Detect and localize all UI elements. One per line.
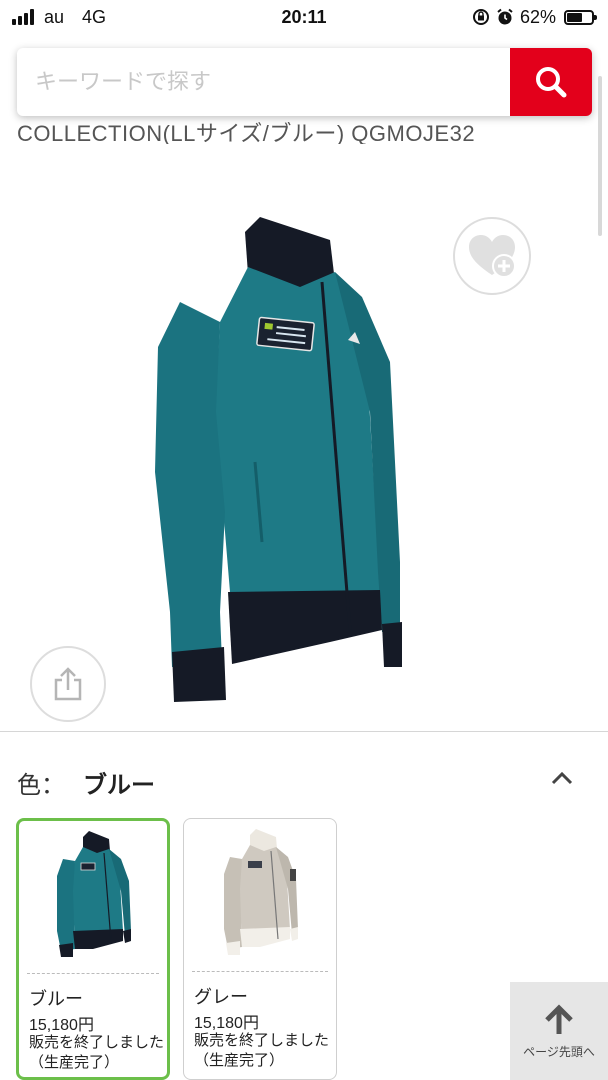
share-icon [54,667,82,701]
share-button[interactable] [30,646,106,722]
arrow-up-icon [545,1003,573,1034]
battery-percent: 62% [519,6,556,27]
alarm-icon [497,8,513,25]
rotation-lock-icon [472,9,489,25]
search-header [0,34,608,130]
chevron-up-icon[interactable] [550,770,574,786]
signal-icon [12,9,34,25]
color-label: 色： [17,771,65,799]
variant-card-blue[interactable]: ブルー 15,180円 販売を終了しました（生産完了） [16,818,170,1080]
variant-name: グレー [194,987,248,1007]
battery-icon [564,9,597,25]
favorite-add-button[interactable] [453,217,531,295]
battery-level [567,12,582,22]
carrier-label: au [44,6,65,27]
variant-name: ブルー [29,989,83,1009]
color-selector[interactable]: 色： ブルー [17,762,592,802]
selected-color: ブルー [83,771,155,799]
network-label: 4G [82,6,107,27]
variant-card-gray[interactable]: グレー 15,180円 販売を終了しました（生産完了） [183,818,337,1080]
variant-separator [27,973,159,974]
variant-price: 15,180円 [29,1017,94,1034]
variant-image [184,829,336,969]
search-button[interactable] [510,48,592,116]
status-right: 62% [472,6,597,28]
variant-price: 15,180円 [194,1015,259,1032]
search-input[interactable] [17,48,510,116]
back-to-top-button[interactable]: ページ先頭へ [510,982,608,1080]
search-icon [536,67,567,98]
scrollbar[interactable] [598,76,602,236]
product-image-area [0,140,608,730]
search-bar [17,48,592,116]
status-left: au 4G [12,7,106,28]
back-to-top-label: ページ先頭へ [523,1044,595,1059]
variant-status: 販売を終了しました（生産完了） [194,1032,330,1069]
heart-plus-icon [469,235,516,278]
divider [0,731,608,732]
variant-image [19,831,167,971]
status-bar: au 4G 20:11 62% [0,0,608,34]
variant-status: 販売を終了しました（生産完了） [29,1034,165,1071]
product-image[interactable] [150,212,410,712]
variant-separator [192,971,328,972]
